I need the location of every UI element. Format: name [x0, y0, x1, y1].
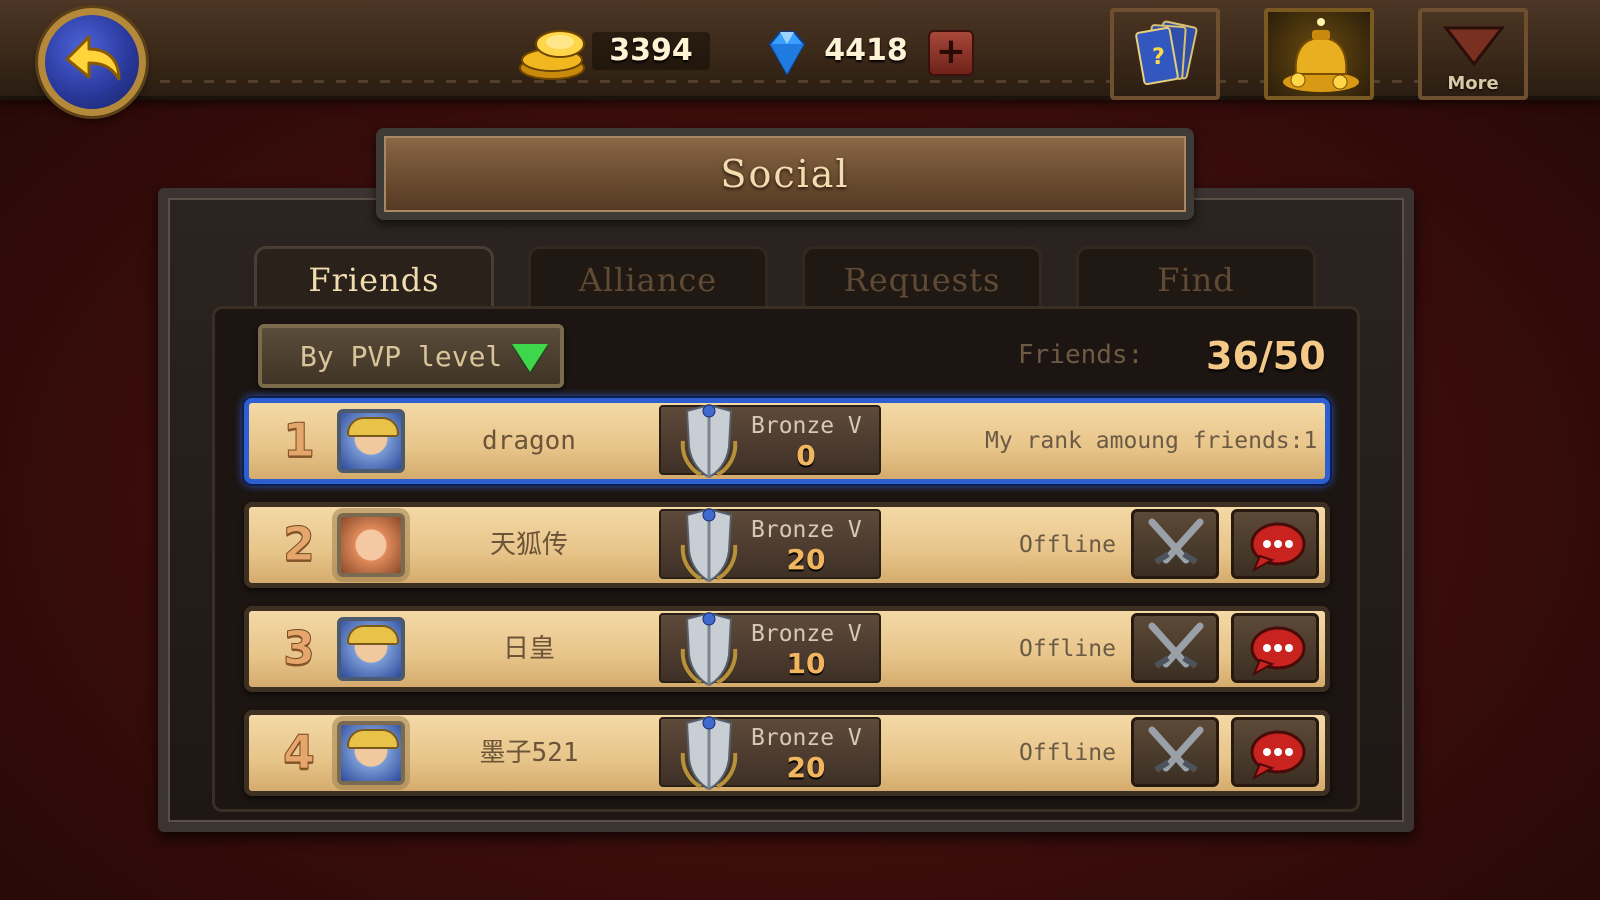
tab-find[interactable]: Find [1076, 246, 1316, 308]
pvp-rank-badge: Bronze V 20 [659, 715, 881, 791]
rank-number: 3 [282, 621, 315, 676]
friend-row[interactable]: 3 日皇 Bronze V 10 Offline [244, 606, 1330, 692]
back-button[interactable] [38, 8, 146, 116]
gold-counter: 3394 [516, 28, 716, 80]
tab-friends[interactable]: Friends [254, 246, 494, 308]
pvp-points: 20 [786, 751, 826, 784]
player-name: dragon [482, 426, 576, 456]
player-name: 日皇 [502, 634, 555, 664]
gold-coins-icon [519, 30, 585, 80]
avatar-hat [347, 417, 399, 437]
friend-row[interactable]: 1 dragon Bronze V 0 My rank amoung frien… [244, 398, 1330, 484]
fight-button[interactable] [1131, 613, 1219, 683]
chevron-down-icon [1442, 26, 1506, 67]
shield-icon [680, 403, 738, 479]
fight-button[interactable] [1131, 717, 1219, 787]
pvp-points: 10 [786, 647, 826, 680]
diamond-icon [768, 31, 806, 77]
card-deck-icon: ? [1135, 20, 1198, 86]
avatar[interactable] [337, 513, 405, 577]
player-name: 墨子521 [479, 738, 579, 768]
friends-label: Friends: [1018, 340, 1144, 370]
online-status: Offline [1019, 740, 1116, 766]
tier-label: Bronze V [751, 725, 862, 751]
gem-counter: 4418 [760, 28, 920, 77]
chat-button[interactable] [1231, 717, 1319, 787]
more-button[interactable]: More [1418, 8, 1528, 100]
chat-bubble-icon [1250, 522, 1306, 573]
tier-label: Bronze V [751, 413, 862, 439]
dropdown-arrow-icon [512, 344, 548, 372]
tier-label: Bronze V [751, 517, 862, 543]
crossed-swords-icon [1148, 622, 1204, 669]
pvp-rank-badge: Bronze V 20 [659, 507, 881, 583]
pvp-points: 0 [796, 439, 816, 472]
shield-icon [680, 715, 738, 791]
avatar-hat [347, 625, 399, 645]
pvp-rank-badge: Bronze V 10 [659, 611, 881, 687]
tier-label: Bronze V [751, 621, 862, 647]
crossed-swords-icon [1148, 518, 1204, 565]
avatar[interactable] [337, 409, 405, 473]
rank-number: 1 [282, 413, 315, 468]
plus-icon: + [935, 31, 967, 72]
sort-label: By PVP level [300, 340, 503, 373]
tab-requests[interactable]: Requests [802, 246, 1042, 308]
treasure-button[interactable] [1264, 8, 1374, 100]
sort-dropdown[interactable]: By PVP level [258, 324, 564, 388]
chat-bubble-icon [1250, 730, 1306, 781]
tab-alliance[interactable]: Alliance [528, 246, 768, 308]
avatar-hat [347, 729, 399, 749]
treasure-icon [1283, 18, 1359, 92]
rank-number: 2 [282, 517, 315, 572]
pvp-rank-badge: Bronze V 0 [659, 403, 881, 479]
avatar[interactable] [337, 721, 405, 785]
fight-button[interactable] [1131, 509, 1219, 579]
my-rank-info: My rank amoung friends:1 [985, 428, 1318, 454]
svg-text:?: ? [1152, 45, 1165, 70]
pvp-points: 20 [786, 543, 826, 576]
chat-button[interactable] [1231, 613, 1319, 683]
add-gems-button[interactable]: + [928, 30, 974, 76]
player-name: 天狐传 [489, 530, 568, 560]
friends-count: 36/50 [1206, 334, 1326, 378]
rank-number: 4 [282, 725, 315, 780]
back-arrow-icon [65, 35, 121, 81]
online-status: Offline [1019, 532, 1116, 558]
cards-button[interactable]: ? [1110, 8, 1220, 100]
crossed-swords-icon [1148, 726, 1204, 773]
friend-row[interactable]: 2 天狐传 Bronze V 20 Offline [244, 502, 1330, 588]
online-status: Offline [1019, 636, 1116, 662]
friend-row[interactable]: 4 墨子521 Bronze V 20 Offline [244, 710, 1330, 796]
shield-icon [680, 507, 738, 583]
page-title: Social [376, 128, 1194, 220]
chat-bubble-icon [1250, 626, 1306, 677]
chat-button[interactable] [1231, 509, 1319, 579]
shield-icon [680, 611, 738, 687]
gold-value: 3394 [592, 32, 710, 70]
more-label: More [1447, 73, 1499, 94]
avatar[interactable] [337, 617, 405, 681]
gem-value: 4418 [824, 33, 908, 68]
